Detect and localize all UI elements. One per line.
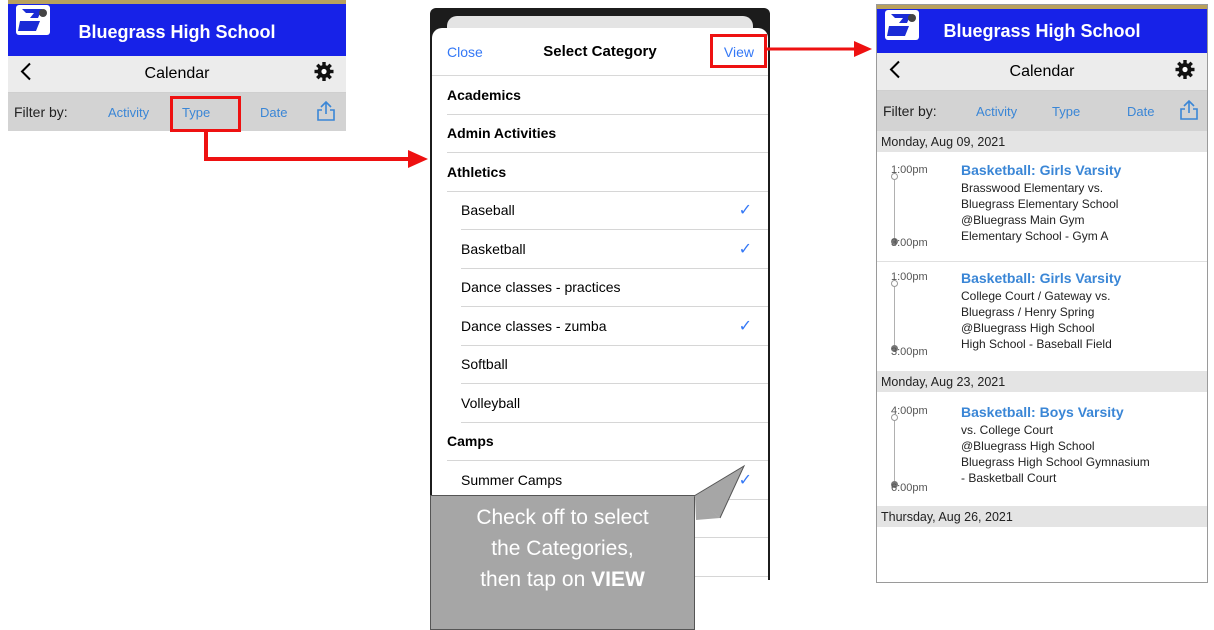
category-label: Summer Camps xyxy=(461,471,563,488)
event-detail: - Basketball Court xyxy=(961,471,1057,485)
category-label: Softball xyxy=(461,356,508,373)
back-chevron-icon[interactable] xyxy=(20,62,32,87)
category-group-header[interactable]: Academics xyxy=(447,76,768,115)
event-title[interactable]: Basketball: Girls Varsity xyxy=(961,270,1121,286)
filter-label: Filter by: xyxy=(14,104,68,120)
filter-bar-right: Filter by: Activity Type Date xyxy=(877,91,1207,131)
date-header: Thursday, Aug 26, 2021 xyxy=(877,506,1207,527)
date-header: Monday, Aug 23, 2021 xyxy=(877,371,1207,392)
share-icon-right[interactable] xyxy=(1179,99,1199,124)
event-detail: @Bluegrass Main Gym xyxy=(961,213,1085,227)
event-detail: College Court / Gateway vs. xyxy=(961,289,1111,303)
category-row[interactable]: Softball xyxy=(461,346,768,384)
arrow-to-sheet xyxy=(204,130,428,168)
gear-icon[interactable] xyxy=(314,62,334,87)
event-detail: @Bluegrass High School xyxy=(961,321,1095,335)
date-header: Monday, Aug 09, 2021 xyxy=(877,131,1207,152)
checkmark-icon: ✓ xyxy=(738,240,752,258)
event-detail: Bluegrass High School Gymnasium xyxy=(961,455,1150,469)
category-group-header[interactable]: Admin Activities xyxy=(447,115,768,153)
filter-date[interactable]: Date xyxy=(260,105,287,120)
event-end-time: 3:00pm xyxy=(891,237,928,249)
event-timeline xyxy=(891,414,898,488)
category-row[interactable]: Baseball ✓ xyxy=(461,192,768,230)
school-title-right: Bluegrass High School xyxy=(943,20,1141,41)
category-group-header[interactable]: Athletics xyxy=(447,153,768,192)
event-detail: vs. College Court xyxy=(961,423,1054,437)
filter-activity[interactable]: Activity xyxy=(108,105,149,120)
filter-type-right[interactable]: Type xyxy=(1052,104,1080,119)
event-detail: High School - Baseball Field xyxy=(961,337,1112,351)
checkmark-icon: ✓ xyxy=(738,317,752,335)
timeline-start-dot xyxy=(891,173,898,180)
category-row[interactable]: Dance classes - zumba ✓ xyxy=(461,307,768,346)
filter-activity-right[interactable]: Activity xyxy=(976,104,1017,119)
sheet-title: Select Category xyxy=(543,43,657,60)
school-header-right: Bluegrass High School xyxy=(877,5,1207,53)
type-highlight-box xyxy=(170,96,241,132)
event-end-time: 3:00pm xyxy=(891,346,928,358)
category-label: Dance classes - zumba xyxy=(461,317,607,334)
nav-bar-right: Calendar xyxy=(877,53,1207,91)
arrow-to-results xyxy=(766,41,872,57)
nav-bar: Calendar xyxy=(8,56,346,93)
school-logo-right xyxy=(885,10,919,40)
event-detail: Elementary School - Gym A xyxy=(961,229,1109,243)
category-group-header[interactable]: Camps xyxy=(447,423,768,461)
callout-view-word: VIEW xyxy=(591,568,645,591)
event-detail: Brasswood Elementary vs. xyxy=(961,181,1104,195)
category-label: Admin Activities xyxy=(447,125,557,142)
close-button[interactable]: Close xyxy=(447,44,483,60)
event-timeline xyxy=(891,280,898,352)
event-timeline xyxy=(891,173,898,245)
event-divider xyxy=(877,261,1207,262)
timeline-start-dot xyxy=(891,280,898,287)
category-label: Volleyball xyxy=(461,394,521,411)
callout-line-3: then tap on VIEW xyxy=(431,564,694,595)
category-label: Basketball xyxy=(461,240,526,257)
filter-label-right: Filter by: xyxy=(883,103,937,119)
callout-line-3-prefix: then tap on xyxy=(480,568,592,591)
event-title[interactable]: Basketball: Girls Varsity xyxy=(961,162,1121,178)
category-row[interactable]: Basketball ✓ xyxy=(461,230,768,269)
event-title[interactable]: Basketball: Boys Varsity xyxy=(961,404,1124,420)
school-logo xyxy=(16,5,50,35)
school-header: Bluegrass High School xyxy=(8,0,346,56)
gear-icon-right[interactable] xyxy=(1175,59,1195,84)
share-icon[interactable] xyxy=(316,100,336,125)
category-label: Baseball xyxy=(461,202,515,219)
event-end-time: 6:00pm xyxy=(891,482,928,494)
nav-title: Calendar xyxy=(144,65,210,82)
school-title: Bluegrass High School xyxy=(78,21,276,42)
view-highlight-box xyxy=(710,34,767,68)
callout-line-1: Check off to select xyxy=(476,506,649,529)
category-label: Dance classes - practices xyxy=(461,279,621,296)
category-label: Athletics xyxy=(447,163,507,180)
event-detail: Bluegrass / Henry Spring xyxy=(961,305,1095,319)
back-chevron-icon-right[interactable] xyxy=(889,59,901,84)
category-label: Camps xyxy=(447,433,494,450)
category-label: Academics xyxy=(447,86,521,103)
filter-date-right[interactable]: Date xyxy=(1127,104,1154,119)
callout-line-2: the Categories, xyxy=(491,537,634,560)
nav-title-right: Calendar xyxy=(1009,62,1075,80)
checkmark-icon: ✓ xyxy=(738,202,752,220)
event-detail: @Bluegrass High School xyxy=(961,439,1095,453)
event-detail: Bluegrass Elementary School xyxy=(961,197,1119,211)
category-row[interactable]: Volleyball xyxy=(461,384,768,423)
timeline-start-dot xyxy=(891,414,898,421)
instruction-callout: Check off to select the Categories, then… xyxy=(430,495,695,630)
category-row[interactable]: Dance classes - practices xyxy=(461,269,768,307)
callout-pointer xyxy=(693,464,746,520)
right-phone-screen: Bluegrass High School Calendar Filter by… xyxy=(876,4,1208,583)
